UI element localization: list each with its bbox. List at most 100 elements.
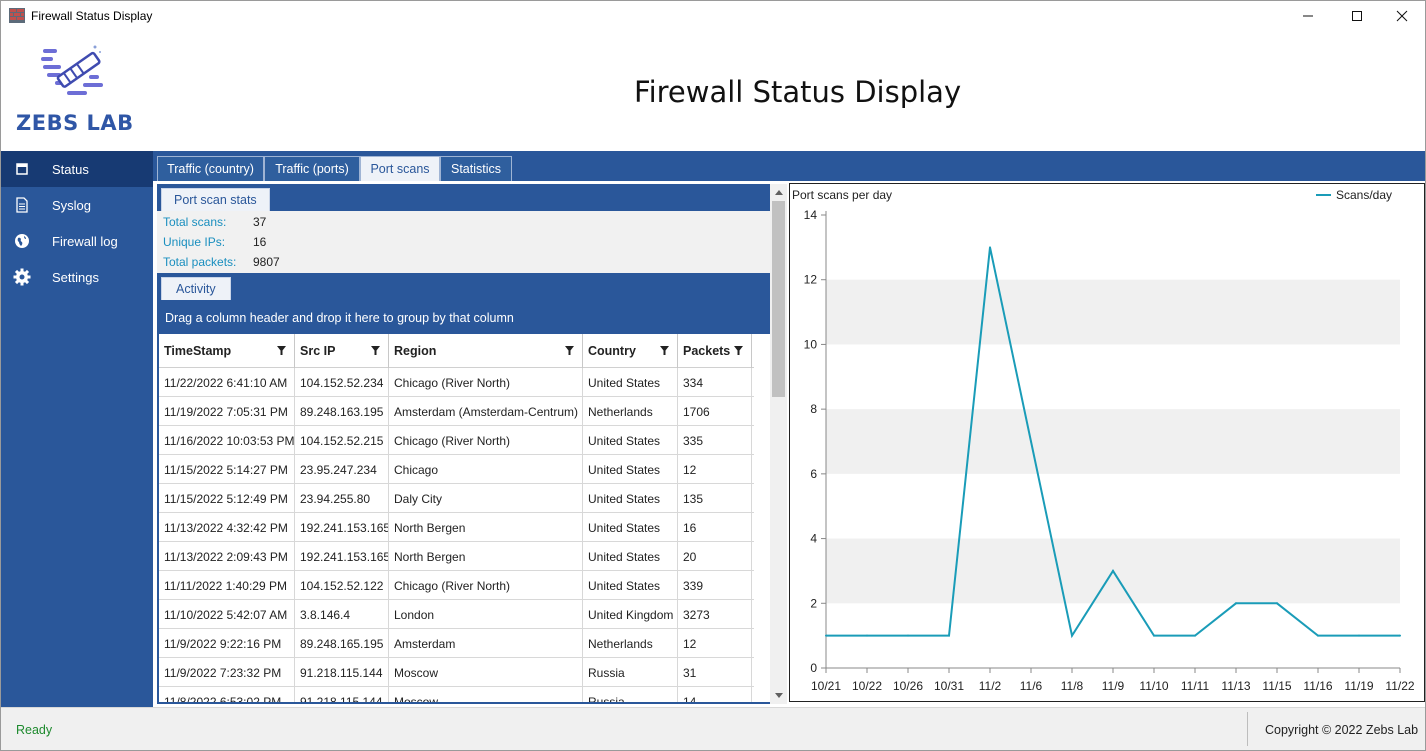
scroll-down-button[interactable] [770,687,787,704]
x-tick-label: 11/2 [979,679,1002,693]
maximize-button[interactable] [1334,1,1380,31]
table-row[interactable]: 11/19/2022 7:05:31 PM 89.248.163.195 Amste… [159,397,754,426]
tab-port-scan-stats[interactable]: Port scan stats [161,188,270,211]
title-bar: Firewall Status Display [1,1,1425,31]
x-tick-label: 11/19 [1344,679,1373,693]
sidebar-item-status[interactable]: Status [1,151,153,187]
table-row[interactable]: 11/13/2022 2:09:43 PM 192.241.153.165 Nort… [159,542,754,571]
table-cell: Russia [583,687,678,702]
close-button[interactable] [1379,1,1425,31]
tab-statistics[interactable]: Statistics [440,156,512,181]
table-cell: 1706 [678,397,752,426]
filter-icon[interactable] [371,346,380,355]
column-header-packets[interactable]: Packets [678,334,752,368]
table-cell: 11/9/2022 7:23:32 PM [159,658,295,687]
table-cell: 11/15/2022 5:12:49 PM [159,484,295,513]
table-row[interactable]: 11/10/2022 5:42:07 AM 3.8.146.4 London Uni… [159,600,754,629]
table-cell: Netherlands [583,629,678,658]
table-cell: United States [583,426,678,455]
table-cell: 11/22/2022 6:41:10 AM [159,368,295,397]
table-cell: 334 [678,368,752,397]
main-content: Traffic (country) Traffic (ports) Port s… [153,151,1425,707]
y-tick-label: 4 [810,532,817,546]
sidebar: Status Syslog Firewall log Settings [1,151,153,707]
chevron-up-icon [774,190,783,195]
tab-strip: Traffic (country) Traffic (ports) Port s… [153,151,1425,181]
filter-icon[interactable] [277,346,286,355]
x-tick-label: 11/13 [1221,679,1250,693]
table-row[interactable]: 11/9/2022 9:22:16 PM 89.248.165.195 Amster… [159,629,754,658]
y-tick-label: 10 [804,337,818,351]
table-cell: United Kingdom [583,600,678,629]
table-cell: United States [583,571,678,600]
page-title: Firewall Status Display [634,75,962,109]
table-cell: United States [583,542,678,571]
scroll-thumb[interactable] [772,201,785,397]
activity-scrollbar[interactable] [770,184,787,704]
table-cell: 3.8.146.4 [295,600,389,629]
sidebar-item-firewall-log[interactable]: Firewall log [1,223,153,259]
table-cell: United States [583,484,678,513]
port-scans-left-pane: Port scan stats Total scans: 37 Unique I… [157,184,774,704]
table-row[interactable]: 11/9/2022 7:23:32 PM 91.218.115.144 Moscow… [159,658,754,687]
table-cell: Moscow [389,687,583,702]
column-header-country[interactable]: Country [583,334,678,368]
table-row[interactable]: 11/13/2022 4:32:42 PM 192.241.153.165 Nort… [159,513,754,542]
table-row[interactable]: 11/16/2022 10:03:53 PM 104.152.52.215 Chic… [159,426,754,455]
column-header-src-ip[interactable]: Src IP [295,334,389,368]
x-tick-label: 11/15 [1262,679,1291,693]
table-cell: 11/19/2022 7:05:31 PM [159,397,295,426]
column-header-label: TimeStamp [164,344,232,358]
table-row[interactable]: 11/8/2022 6:53:02 PM 91.218.115.144 Moscow… [159,687,754,702]
table-row[interactable]: 11/22/2022 6:41:10 AM 104.152.52.234 Chica… [159,368,754,397]
y-tick-label: 8 [810,402,817,416]
column-header-label: Src IP [300,344,336,358]
table-cell: 104.152.52.215 [295,426,389,455]
table-cell: 31 [678,658,752,687]
column-header-region[interactable]: Region [389,334,583,368]
filter-icon[interactable] [734,346,743,355]
minimize-button[interactable] [1285,1,1331,31]
x-tick-label: 11/10 [1139,679,1168,693]
table-cell: 192.241.153.165 [295,542,389,571]
data-point [1276,602,1278,605]
globe-icon [13,232,31,250]
table-cell: Russia [583,658,678,687]
tab-activity[interactable]: Activity [161,277,231,300]
data-point [1399,634,1401,637]
table-cell: Chicago (River North) [389,368,583,397]
x-tick-label: 11/9 [1102,679,1125,693]
tab-traffic-country[interactable]: Traffic (country) [157,156,264,181]
scroll-up-button[interactable] [770,184,787,201]
data-point [948,634,950,637]
filter-icon[interactable] [660,346,669,355]
column-header-timestamp[interactable]: TimeStamp [159,334,295,368]
sidebar-item-syslog[interactable]: Syslog [1,187,153,223]
table-cell: 11/11/2022 1:40:29 PM [159,571,295,600]
table-cell: Chicago (River North) [389,571,583,600]
activity-grid: Drag a column header and drop it here to… [157,301,774,704]
table-row[interactable]: 11/11/2022 1:40:29 PM 104.152.52.122 Chica… [159,571,754,600]
table-cell: London [389,600,583,629]
table-cell: United States [583,455,678,484]
filter-icon[interactable] [565,346,574,355]
table-cell: 11/16/2022 10:03:53 PM [159,426,295,455]
table-cell: 11/8/2022 6:53:02 PM [159,687,295,702]
y-tick-label: 6 [810,467,817,481]
x-tick-label: 11/22 [1385,679,1414,693]
logo-text: ZEBS LAB [16,111,134,135]
data-point [907,634,909,637]
sidebar-item-settings[interactable]: Settings [1,259,153,295]
table-cell: Netherlands [583,397,678,426]
x-tick-label: 11/16 [1303,679,1332,693]
x-tick-label: 11/11 [1181,679,1210,693]
group-by-panel[interactable]: Drag a column header and drop it here to… [159,301,772,334]
table-row[interactable]: 11/15/2022 5:14:27 PM 23.95.247.234 Chicag… [159,455,754,484]
tab-port-scans[interactable]: Port scans [360,156,440,181]
table-cell: 3273 [678,600,752,629]
activity-tab-strip: Activity [157,273,774,301]
table-cell: 91.218.115.144 [295,687,389,702]
tab-traffic-ports[interactable]: Traffic (ports) [264,156,360,181]
table-cell: North Bergen [389,542,583,571]
table-row[interactable]: 11/15/2022 5:12:49 PM 23.94.255.80 Daly Ci… [159,484,754,513]
